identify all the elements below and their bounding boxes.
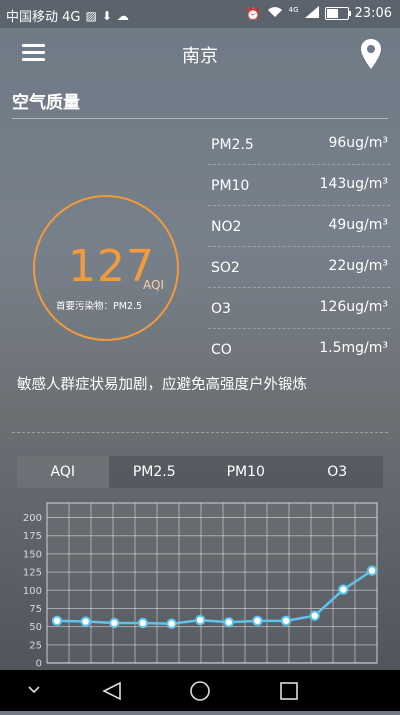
data-point xyxy=(80,616,91,627)
pollutant-value: 49ug/m³ xyxy=(328,217,388,233)
network-badge: 4G xyxy=(288,5,299,14)
pollutant-name: O3 xyxy=(211,301,231,317)
status-right: ⏰ 4G 23:06 xyxy=(245,5,392,22)
section-title: 空气质量 xyxy=(12,93,80,113)
battery-icon xyxy=(324,7,351,20)
data-point xyxy=(166,618,177,629)
clock: 23:06 xyxy=(354,6,392,21)
pollutant-value: 143ug/m³ xyxy=(319,176,388,192)
tab-pm25[interactable]: PM2.5 xyxy=(109,456,201,488)
aqi-value: 127 xyxy=(68,241,155,292)
aqi-trend-chart: 0 25 50 75 100 125 150 175 200 xyxy=(23,502,378,670)
pollutant-list: PM2.5 96ug/m³ PM10 143ug/m³ NO2 49ug/m³ … xyxy=(208,124,390,369)
y-tick-label: 50 xyxy=(29,622,42,633)
y-tick-label: 100 xyxy=(23,586,42,597)
pollutant-value: 1.5mg/m³ xyxy=(319,340,388,356)
primary-pollutant-label: 首要污染物： xyxy=(56,301,114,312)
status-left: 中国移动 4G ▨ ⬇ ☁ xyxy=(6,6,129,26)
app-bar: 南京 xyxy=(0,28,400,78)
carrier-label: 中国移动 4G xyxy=(6,10,81,25)
pollutant-value: 126ug/m³ xyxy=(319,299,388,315)
pollutant-row: O3 126ug/m³ xyxy=(208,288,390,329)
pollutant-row: PM10 143ug/m³ xyxy=(208,165,390,206)
aqi-unit: AQI xyxy=(143,278,164,292)
pollutant-value: 22ug/m³ xyxy=(328,258,388,274)
pollutant-row: SO2 22ug/m³ xyxy=(208,247,390,288)
status-bar: 中国移动 4G ▨ ⬇ ☁ ⏰ 4G 23:06 xyxy=(0,0,400,28)
divider xyxy=(12,432,388,434)
wifi-icon xyxy=(267,6,283,21)
image-icon: ▨ xyxy=(85,8,97,23)
plot-area xyxy=(46,502,378,664)
pollutant-name: CO xyxy=(211,342,232,358)
data-point xyxy=(309,610,320,621)
data-point xyxy=(109,617,120,629)
nav-bar xyxy=(0,670,400,711)
city-title: 南京 xyxy=(182,46,218,67)
y-tick-label: 0 xyxy=(36,659,42,670)
tab-o3[interactable]: O3 xyxy=(292,456,384,488)
pollutant-row: CO 1.5mg/m³ xyxy=(208,329,390,369)
alarm-icon: ⏰ xyxy=(245,6,261,21)
pollutant-row: PM2.5 96ug/m³ xyxy=(208,124,390,165)
y-tick-label: 200 xyxy=(23,513,42,524)
pollutant-name: PM10 xyxy=(211,178,250,194)
pollutant-name: NO2 xyxy=(211,219,242,235)
home-icon[interactable] xyxy=(190,681,210,701)
y-tick-label: 150 xyxy=(23,549,42,560)
tab-aqi[interactable]: AQI xyxy=(17,456,109,488)
location-pin-icon[interactable] xyxy=(360,38,382,70)
y-tick-label: 125 xyxy=(23,568,42,579)
data-point xyxy=(194,614,206,626)
data-point xyxy=(51,615,63,627)
y-tick-label: 25 xyxy=(29,640,42,651)
y-tick-label: 175 xyxy=(23,531,42,542)
section-divider xyxy=(12,118,388,119)
data-point xyxy=(137,617,149,629)
health-advice: 敏感人群症状易加剧，应避免高强度户外锻炼 xyxy=(17,377,307,393)
data-point xyxy=(338,584,349,595)
pollutant-value: 96ug/m³ xyxy=(328,135,388,151)
tab-pm10[interactable]: PM10 xyxy=(200,456,292,488)
pollutant-row: NO2 49ug/m³ xyxy=(208,206,390,247)
notification-icon: ☁ xyxy=(116,8,129,23)
nav-icons xyxy=(28,681,298,701)
download-icon: ⬇ xyxy=(101,8,112,23)
data-point xyxy=(280,615,292,627)
primary-pollutant-value: PM2.5 xyxy=(113,301,143,312)
y-tick-label: 75 xyxy=(29,604,42,615)
data-point xyxy=(252,615,263,627)
chart-tabs: AQI PM2.5 PM10 O3 xyxy=(17,456,383,488)
pollutant-name: PM2.5 xyxy=(211,137,254,153)
pollutant-name: SO2 xyxy=(211,260,240,276)
data-point xyxy=(223,617,235,628)
chevron-down-icon[interactable] xyxy=(28,686,40,694)
primary-pollutant: 首要污染物：PM2.5 xyxy=(56,298,142,312)
signal-icon xyxy=(304,6,319,21)
recents-icon[interactable] xyxy=(280,682,298,700)
data-point xyxy=(366,565,378,576)
back-icon[interactable] xyxy=(102,681,121,701)
battery-fill xyxy=(326,9,338,18)
